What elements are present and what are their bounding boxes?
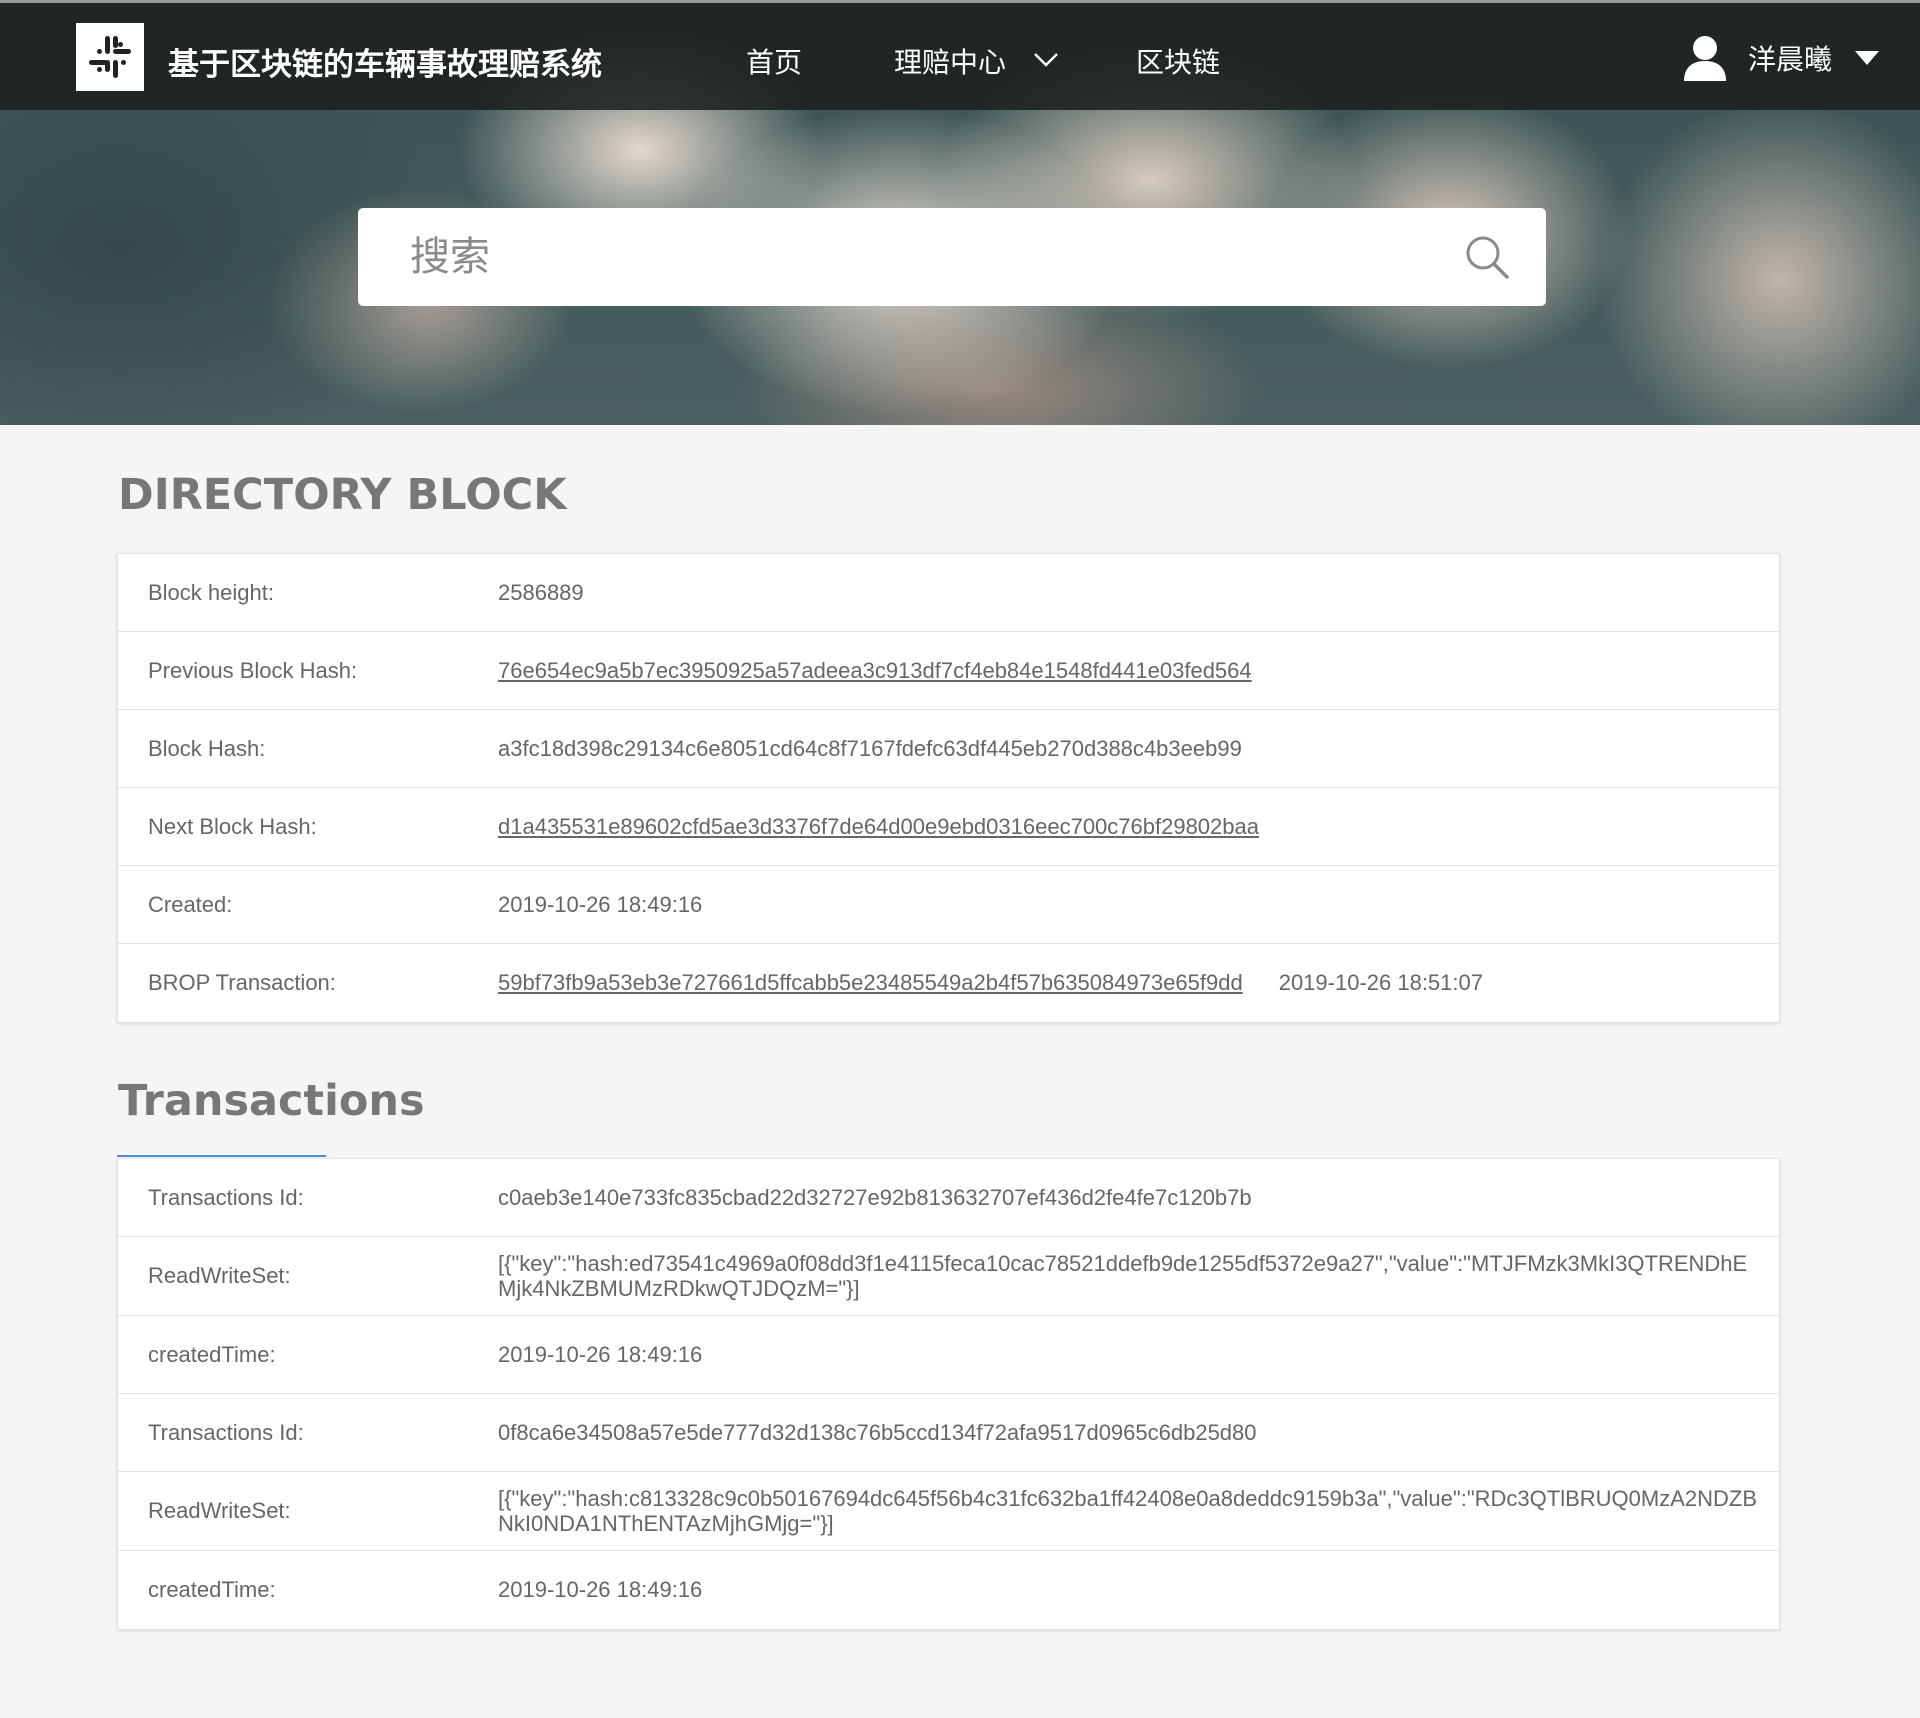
- row-label: Block height:: [148, 579, 274, 605]
- row-value: 2586889: [498, 579, 584, 605]
- row-label: BROP Transaction:: [148, 970, 336, 995]
- row-label: Block Hash:: [148, 735, 266, 761]
- next-block-hash-link[interactable]: d1a435531e89602cfd5ae3d3376f7de64d00e9eb…: [498, 814, 1259, 839]
- row-value: 2019-10-26 18:49:16: [498, 1577, 703, 1602]
- nav-home-label: 首页: [746, 46, 803, 79]
- detail-row-created: Created: 2019-10-26 18:49:16: [118, 866, 1779, 944]
- row-label: Previous Block Hash:: [148, 657, 358, 683]
- transactions-tab-underline: [117, 1155, 326, 1157]
- transaction-row-created-time: createdTime: 2019-10-26 18:49:16: [118, 1316, 1779, 1394]
- row-value: 2019-10-26 18:49:16: [498, 1341, 703, 1367]
- chevron-down-icon: [1034, 53, 1058, 67]
- transaction-row-created-time: createdTime: 2019-10-26 18:49:16: [118, 1551, 1779, 1629]
- row-value: 2019-10-26 18:49:16: [498, 891, 703, 917]
- row-label: Created:: [148, 891, 233, 917]
- row-label: Transactions Id:: [148, 1184, 304, 1210]
- app-logo[interactable]: [76, 23, 144, 91]
- detail-row-next-hash: Next Block Hash: d1a435531e89602cfd5ae3d…: [118, 788, 1779, 866]
- brop-transaction-time: 2019-10-26 18:51:07: [1278, 970, 1483, 995]
- transaction-row-id: Transactions Id: c0aeb3e140e733fc835cbad…: [118, 1159, 1779, 1237]
- row-value: a3fc18d398c29134c6e8051cd64c8f7167fdefc6…: [498, 735, 1242, 761]
- nav-claims-label: 理赔中心: [894, 46, 1007, 79]
- detail-row-block-hash: Block Hash: a3fc18d398c29134c6e8051cd64c…: [118, 710, 1779, 788]
- search-bar: [358, 208, 1546, 306]
- previous-block-hash-link[interactable]: 76e654ec9a5b7ec3950925a57adeea3c913df7cf…: [498, 658, 1252, 683]
- row-label: createdTime:: [148, 1577, 276, 1602]
- row-label: Transactions Id:: [148, 1419, 304, 1445]
- nav-blockchain[interactable]: 区块链: [1136, 41, 1220, 81]
- user-menu[interactable]: 洋晨曦: [1682, 31, 1880, 85]
- brop-transaction-link[interactable]: 59bf73fb9a53eb3e727661d5ffcabb5e23485549…: [498, 970, 1243, 995]
- row-value: 0f8ca6e34508a57e5de777d32d138c76b5ccd134…: [498, 1419, 1257, 1445]
- nav-claims-dropdown[interactable]: 理赔中心: [894, 41, 1059, 81]
- search-input[interactable]: [410, 222, 1370, 292]
- user-name: 洋晨曦: [1747, 43, 1832, 76]
- transaction-row-readwriteset: ReadWriteSet: [{"key":"hash:c813328c9c0b…: [118, 1472, 1779, 1551]
- caret-down-icon: [1855, 51, 1879, 65]
- directory-block-card: Block height: 2586889 Previous Block Has…: [117, 553, 1780, 1023]
- row-label: ReadWriteSet:: [148, 1263, 291, 1288]
- transactions-card: Transactions Id: c0aeb3e140e733fc835cbad…: [117, 1158, 1780, 1630]
- nav-home[interactable]: 首页: [746, 41, 802, 81]
- row-value: [{"key":"hash:c813328c9c0b50167694dc645f…: [498, 1486, 1758, 1536]
- row-label: createdTime:: [148, 1341, 276, 1367]
- row-label: ReadWriteSet:: [148, 1498, 291, 1523]
- directory-block-title: DIRECTORY BLOCK: [118, 470, 567, 520]
- row-label: Next Block Hash:: [148, 813, 317, 839]
- transactions-title: Transactions: [118, 1076, 425, 1126]
- search-icon[interactable]: [1464, 234, 1510, 280]
- row-value: c0aeb3e140e733fc835cbad22d32727e92b81363…: [498, 1184, 1252, 1210]
- transaction-row-id: Transactions Id: 0f8ca6e34508a57e5de777d…: [118, 1394, 1779, 1472]
- nav-blockchain-label: 区块链: [1136, 46, 1221, 79]
- detail-row-brop-transaction: BROP Transaction: 59bf73fb9a53eb3e727661…: [118, 944, 1779, 1022]
- detail-row-block-height: Block height: 2586889: [118, 554, 1779, 632]
- detail-row-previous-hash: Previous Block Hash: 76e654ec9a5b7ec3950…: [118, 632, 1779, 710]
- slack-logo-icon: [89, 36, 131, 78]
- navbar: 基于区块链的车辆事故理赔系统 首页 理赔中心 区块链 洋晨曦: [0, 0, 1920, 110]
- user-icon: [1683, 36, 1726, 81]
- transaction-row-readwriteset: ReadWriteSet: [{"key":"hash:ed73541c4969…: [118, 1237, 1779, 1316]
- row-value: [{"key":"hash:ed73541c4969a0f08dd3f1e411…: [498, 1251, 1748, 1301]
- app-title: 基于区块链的车辆事故理赔系统: [168, 47, 602, 83]
